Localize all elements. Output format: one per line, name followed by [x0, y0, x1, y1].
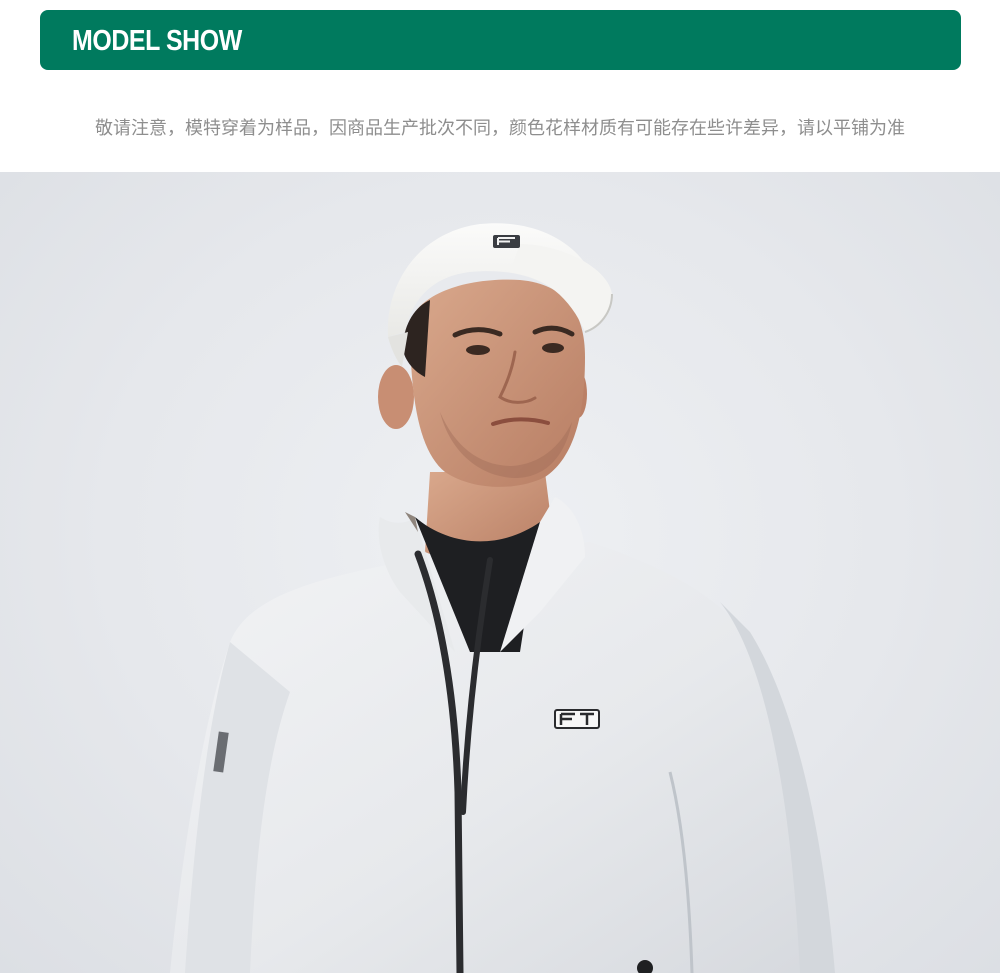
model-show-banner: MODEL SHOW: [40, 10, 961, 70]
banner-title: MODEL SHOW: [72, 25, 242, 57]
model-illustration: [170, 223, 835, 973]
fila-f-logo-icon: [493, 235, 520, 248]
sample-notice-text: 敬请注意，模特穿着为样品，因商品生产批次不同，颜色花样材质有可能存在些许差异，请…: [95, 118, 905, 139]
left-ear: [378, 365, 414, 429]
fila-ft-logo-icon: [554, 709, 600, 729]
model-show-section: MODEL SHOW 敬请注意，模特穿着为样品，因商品生产批次不同，颜色花样材质…: [0, 0, 1000, 973]
model-photo: [0, 172, 1000, 973]
face: [410, 279, 585, 487]
